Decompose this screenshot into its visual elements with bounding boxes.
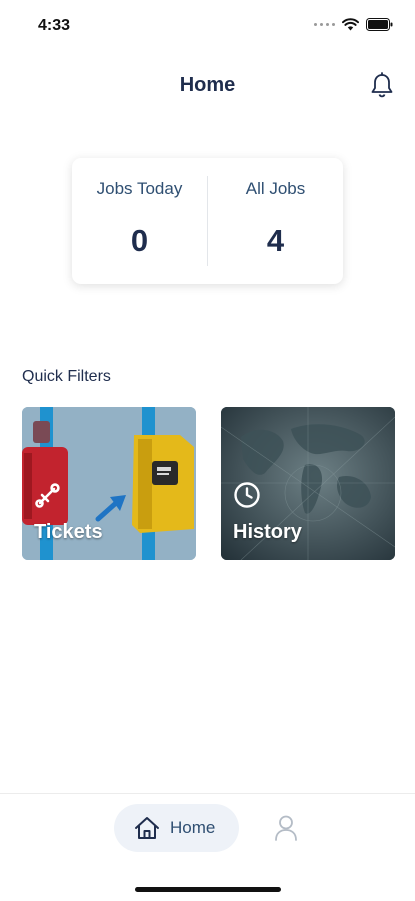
all-jobs-stat[interactable]: All Jobs 4 — [208, 158, 343, 284]
signal-icon — [314, 23, 335, 26]
user-icon — [275, 815, 297, 841]
jobs-today-stat[interactable]: Jobs Today 0 — [72, 158, 207, 284]
bell-icon — [371, 72, 393, 98]
jobs-today-value: 0 — [130, 223, 149, 258]
status-bar: 4:33 — [0, 0, 415, 50]
status-icons — [314, 18, 393, 31]
all-jobs-value: 4 — [266, 223, 285, 258]
quick-filters-title: Quick Filters — [22, 368, 111, 385]
status-time: 4:33 — [38, 17, 71, 34]
wifi-icon — [342, 18, 359, 31]
bottom-nav: Home — [0, 793, 415, 901]
tickets-label: Tickets — [34, 521, 103, 543]
history-tile[interactable]: History — [221, 407, 395, 560]
notifications-button[interactable] — [369, 72, 395, 100]
home-icon — [135, 817, 159, 839]
tickets-tile[interactable]: Tickets — [22, 407, 196, 560]
nav-item-profile[interactable] — [274, 814, 298, 842]
home-indicator[interactable] — [135, 887, 281, 892]
battery-icon — [366, 18, 393, 31]
jobs-summary-card: Jobs Today 0 All Jobs 4 — [72, 158, 343, 284]
page-title: Home — [179, 74, 236, 96]
jobs-today-label: Jobs Today — [96, 179, 183, 198]
nav-item-home[interactable]: Home — [114, 804, 239, 852]
nav-home-label: Home — [170, 818, 216, 837]
history-label: History — [233, 521, 302, 543]
all-jobs-label: All Jobs — [245, 179, 306, 198]
wrench-icon — [35, 483, 60, 508]
clock-icon — [234, 482, 260, 508]
